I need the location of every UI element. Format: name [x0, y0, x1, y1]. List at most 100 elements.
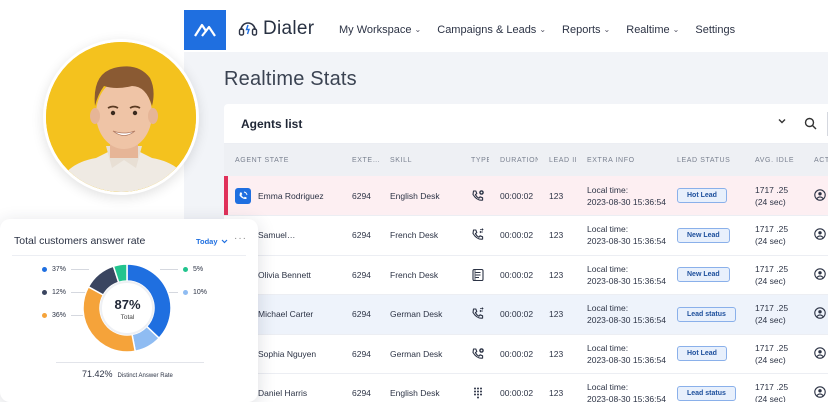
lead-status-badge[interactable]: Lead status: [677, 306, 736, 322]
col-lead-status[interactable]: LEAD STATUS: [666, 144, 744, 176]
period-dropdown[interactable]: Today: [196, 237, 228, 246]
user-profile-icon[interactable]: [814, 268, 826, 282]
user-profile-icon[interactable]: [814, 347, 826, 361]
extra-info-label: Local time:: [587, 184, 629, 195]
app-window: Dialer My Workspace ⌄ Campaigns & Leads ⌄ …: [184, 10, 828, 402]
nav-realtime[interactable]: Realtime ⌄: [626, 24, 679, 36]
actions-cell: [803, 255, 828, 295]
user-profile-icon[interactable]: [814, 228, 826, 242]
agents-table-body: Emma Rodriguez 6294 English Desk 00:00:02 12…: [224, 176, 828, 402]
headset-icon: [238, 22, 258, 36]
nav-campaigns-leads[interactable]: Campaigns & Leads ⌄: [437, 24, 546, 36]
skill-cell: French Desk: [379, 255, 460, 295]
lead-status-cell: Lead status: [666, 294, 744, 335]
collapse-chevron-icon[interactable]: [777, 116, 787, 129]
lead-id-cell: 123: [538, 255, 576, 295]
legend-dot: [183, 267, 188, 272]
avg-idle-value: 1717 .25: [755, 224, 789, 235]
col-duration[interactable]: DURATION: [489, 144, 538, 176]
table-row[interactable]: Emma Rodriguez 6294 English Desk 00:00:02 12…: [224, 176, 828, 216]
type-cell: [460, 334, 489, 374]
agent-avatar-photo: [43, 39, 199, 195]
table-row[interactable]: Samuel… 6294 French Desk 00:00:02 123 Local t…: [224, 215, 828, 256]
col-agent-state[interactable]: AGENT STATE: [224, 144, 341, 176]
type-cell: [460, 255, 489, 295]
chevron-down-icon: ⌄: [603, 24, 611, 34]
lead-status-badge[interactable]: New Lead: [677, 227, 730, 243]
legend-dot: [42, 313, 47, 318]
col-type[interactable]: TYPE: [460, 144, 489, 176]
legend-label: 37%: [52, 266, 67, 273]
agents-list-card: Agents list AGENT STATE EXTE… SKILL TYPE…: [224, 104, 828, 402]
lead-status-badge[interactable]: Hot Lead: [677, 188, 727, 203]
actions-cell: [803, 294, 828, 335]
duration-cell: 00:00:02: [489, 334, 538, 374]
type-cell: [460, 373, 489, 402]
nav-reports[interactable]: Reports ⌄: [562, 24, 610, 36]
type-cell: [460, 215, 489, 256]
table-row[interactable]: Michael Carter 6294 German Desk 00:00:02 123…: [224, 294, 828, 335]
extension-cell: 6294: [341, 294, 379, 335]
avg-idle-seconds: (24 sec): [755, 196, 786, 207]
phone-transfer-icon: [471, 228, 489, 242]
col-skill[interactable]: SKILL: [379, 144, 460, 176]
lead-status-cell: New Lead: [666, 255, 744, 295]
col-extra-info[interactable]: EXTRA INFO: [576, 144, 666, 176]
agents-list-header: Agents list: [224, 104, 828, 144]
extension-cell: 6294: [341, 334, 379, 374]
chevron-down-icon: ⌄: [539, 24, 547, 34]
skill-cell: English Desk: [379, 176, 460, 216]
donut-center-label: Total: [120, 314, 135, 321]
table-row[interactable]: Olivia Bennett 6294 French Desk 00:00:02 123…: [224, 255, 828, 295]
more-options-icon[interactable]: ···: [234, 233, 247, 244]
nav-settings[interactable]: Settings: [695, 24, 735, 36]
nav-label: Reports: [562, 24, 601, 36]
phone-incoming-icon: [471, 347, 489, 361]
search-icon[interactable]: [804, 117, 817, 135]
table-row[interactable]: Sophia Nguyen 6294 German Desk 00:00:02 123 L…: [224, 334, 828, 374]
widget-divider: [12, 255, 246, 256]
table-row[interactable]: Daniel Harris 6294 English Desk 00:00:02 123…: [224, 373, 828, 402]
lead-status-badge[interactable]: Lead status: [677, 385, 736, 401]
extra-info-label: Local time:: [587, 263, 629, 274]
user-profile-icon[interactable]: [814, 386, 826, 400]
user-profile-icon[interactable]: [814, 188, 826, 203]
duration-cell: 00:00:02: [489, 255, 538, 295]
chevron-down-icon: ⌄: [672, 24, 680, 34]
extra-info-cell: Local time: 2023-08-30 15:36:54: [576, 373, 666, 402]
page-title: Realtime Stats: [224, 68, 357, 90]
type-cell: [460, 294, 489, 335]
col-lead-id[interactable]: LEAD ID: [538, 144, 576, 176]
extra-info-time: 2023-08-30 15:36:54: [587, 354, 666, 365]
chevron-down-icon: ⌄: [414, 24, 422, 34]
nav-label: Settings: [695, 24, 736, 36]
actions-cell: [803, 334, 828, 374]
top-navigation-bar: Dialer My Workspace ⌄ Campaigns & Leads ⌄ …: [184, 10, 828, 52]
actions-cell: [803, 373, 828, 402]
skill-cell: German Desk: [379, 334, 460, 374]
legend-label: 12%: [52, 289, 67, 296]
avg-idle-value: 1717 .25: [755, 303, 789, 314]
lead-status-badge[interactable]: New Lead: [677, 267, 730, 283]
lead-status-badge[interactable]: Hot Lead: [677, 346, 727, 362]
lead-status-cell: Hot Lead: [666, 334, 744, 374]
dialer-logo[interactable]: Dialer: [237, 18, 314, 40]
main-nav: My Workspace ⌄ Campaigns & Leads ⌄ Reports…: [339, 24, 735, 36]
col-avg-idle[interactable]: AVG. IDLE: [744, 144, 803, 176]
brand-logo[interactable]: [184, 10, 226, 50]
skill-cell: French Desk: [379, 215, 460, 256]
extra-info-time: 2023-08-30 15:36:54: [587, 315, 666, 326]
avg-idle-cell: 1717 .25 (24 sec): [744, 215, 803, 256]
user-profile-icon[interactable]: [814, 307, 826, 321]
avg-idle-cell: 1717 .25 (24 sec): [744, 373, 803, 402]
col-extension[interactable]: EXTE…: [341, 144, 379, 176]
extra-info-label: Local time:: [587, 342, 629, 353]
agent-name: Olivia Bennett: [258, 269, 311, 280]
actions-cell: [803, 176, 828, 216]
table-header-row: AGENT STATE EXTE… SKILL TYPE DURATION LE…: [224, 144, 828, 176]
col-actions[interactable]: ACT: [803, 144, 828, 176]
nav-my-workspace[interactable]: My Workspace ⌄: [339, 24, 421, 36]
avg-idle-cell: 1717 .25 (24 sec): [744, 334, 803, 374]
extra-info-cell: Local time: 2023-08-30 15:36:54: [576, 215, 666, 256]
answer-rate-widget: Total customers answer rate Today ··· 37…: [0, 219, 258, 402]
